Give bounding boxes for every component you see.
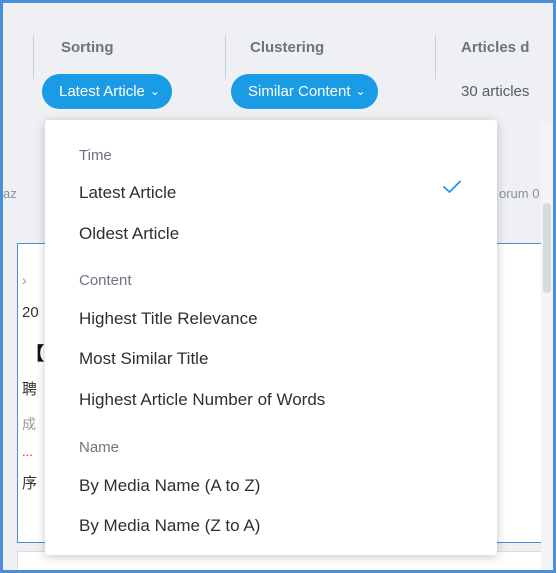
toolbar-divider [435, 35, 436, 79]
card-fragment: 成 [22, 416, 36, 432]
clustering-dropdown-button[interactable]: Similar Content ⌄ [231, 74, 378, 109]
toolbar-divider [33, 35, 34, 79]
menu-item-most-similar-title[interactable]: Most Similar Title [79, 349, 208, 369]
scrollbar-track[interactable] [541, 123, 553, 570]
articles-count: 30 articles [461, 83, 530, 100]
filter-fragment-right[interactable]: orum 0 [499, 186, 539, 201]
group-label-name: Name [79, 439, 120, 456]
card-fragment: 序 [22, 475, 38, 492]
sorting-dropdown-menu: Time Latest Article Oldest Article Conte… [45, 120, 497, 555]
menu-item-highest-title-relevance[interactable]: Highest Title Relevance [79, 309, 258, 329]
sorting-value: Latest Article [59, 83, 145, 100]
scrollbar-thumb[interactable] [543, 203, 551, 293]
clustering-label: Clustering [250, 39, 325, 56]
card-fragment: › [22, 272, 27, 288]
sorting-dropdown-button[interactable]: Latest Article ⌄ [42, 74, 172, 109]
menu-item-oldest-article[interactable]: Oldest Article [79, 224, 179, 244]
group-label-content: Content [79, 272, 132, 289]
card-fragment: 20 [22, 304, 39, 321]
clustering-value: Similar Content [248, 83, 351, 100]
menu-item-latest-article[interactable]: Latest Article [79, 183, 176, 203]
checkmark-icon [443, 180, 461, 193]
articles-label: Articles d [461, 39, 530, 56]
card-fragment: ... [22, 444, 33, 459]
card-fragment: 【 [26, 344, 44, 364]
sorting-label: Sorting [61, 39, 114, 56]
filter-fragment-left[interactable]: az [3, 186, 17, 201]
toolbar: Sorting Latest Article ⌄ Clustering Simil… [3, 3, 553, 121]
app-frame: Sorting Latest Article ⌄ Clustering Simil… [0, 0, 556, 573]
group-label-time: Time [79, 147, 112, 164]
toolbar-divider [225, 35, 226, 79]
menu-item-media-name-a-to-z[interactable]: By Media Name (A to Z) [79, 476, 260, 496]
menu-item-highest-word-count[interactable]: Highest Article Number of Words [79, 390, 325, 410]
chevron-down-icon: ⌄ [355, 84, 366, 98]
chevron-down-icon: ⌄ [149, 84, 160, 98]
card-fragment: 聘 [22, 381, 38, 398]
menu-item-media-name-z-to-a[interactable]: By Media Name (Z to A) [79, 516, 260, 536]
